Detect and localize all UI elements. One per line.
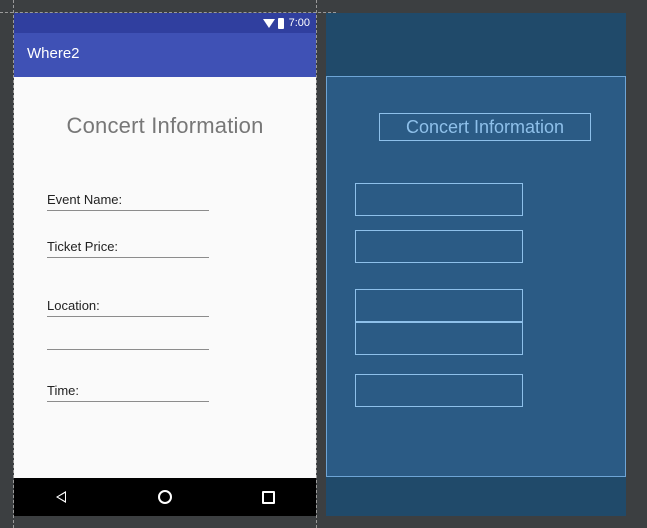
blueprint-event-name-box[interactable] xyxy=(355,183,523,216)
blueprint-location-box[interactable] xyxy=(355,289,523,322)
status-time: 7:00 xyxy=(288,17,310,29)
wifi-icon xyxy=(262,18,275,28)
location-extra-field[interactable] xyxy=(47,327,209,350)
ticket-price-label: Ticket Price: xyxy=(47,239,119,254)
blueprint-content-area: Concert Information xyxy=(326,76,626,477)
app-title: Where2 xyxy=(27,45,80,62)
layout-guide-right xyxy=(316,0,317,528)
app-bar: Where2 xyxy=(14,33,316,77)
blueprint-title-box[interactable]: Concert Information xyxy=(379,113,591,141)
location-label: Location: xyxy=(47,298,100,313)
event-name-field[interactable]: Event Name: xyxy=(47,188,209,211)
recent-apps-icon[interactable] xyxy=(262,491,275,504)
event-name-label: Event Name: xyxy=(47,192,123,207)
design-preview: 7:00 Where2 Concert Information Event Na… xyxy=(14,13,316,516)
time-label: Time: xyxy=(47,383,80,398)
location-field[interactable]: Location: xyxy=(47,294,209,317)
navigation-bar xyxy=(14,478,316,516)
ticket-price-field[interactable]: Ticket Price: xyxy=(47,235,209,258)
back-icon[interactable] xyxy=(56,491,66,503)
battery-icon xyxy=(277,17,284,29)
home-icon[interactable] xyxy=(158,490,172,504)
time-field[interactable]: Time: xyxy=(47,379,209,402)
status-bar: 7:00 xyxy=(14,13,316,33)
blueprint-ticket-price-box[interactable] xyxy=(355,230,523,263)
blueprint-view: Concert Information xyxy=(326,13,626,516)
blueprint-location-extra-box[interactable] xyxy=(355,322,523,355)
screen-title[interactable]: Concert Information xyxy=(14,113,316,139)
blueprint-time-box[interactable] xyxy=(355,374,523,407)
